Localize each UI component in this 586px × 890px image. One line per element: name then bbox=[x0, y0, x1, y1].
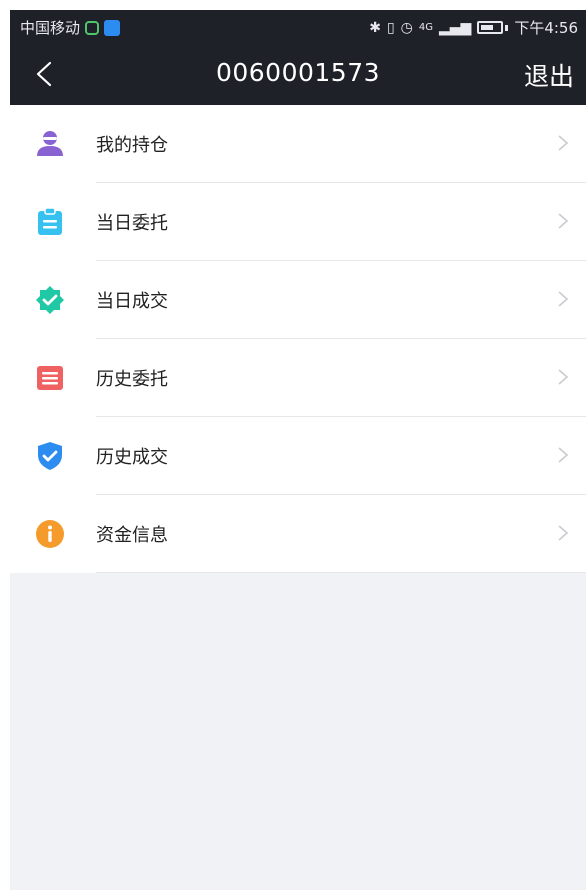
menu-item-today-trades[interactable]: 当日成交 bbox=[10, 261, 586, 339]
info-icon bbox=[36, 520, 64, 548]
chevron-right-icon bbox=[558, 447, 569, 463]
chevron-right-icon bbox=[558, 291, 569, 307]
chevron-right-icon bbox=[558, 525, 569, 541]
account-title: 0060001573 bbox=[215, 58, 381, 87]
battery-icon bbox=[477, 21, 504, 34]
back-arrow-icon[interactable] bbox=[32, 61, 58, 87]
nav-bar: 0060001573 退出 bbox=[10, 43, 586, 105]
chevron-right-icon bbox=[558, 213, 569, 229]
menu-item-funds[interactable]: 资金信息 bbox=[10, 495, 586, 573]
menu-item-label: 当日委托 bbox=[96, 213, 168, 234]
menu-item-history-orders[interactable]: 历史委托 bbox=[10, 339, 586, 417]
menu-item-label: 历史成交 bbox=[96, 447, 168, 468]
chevron-right-icon bbox=[558, 135, 569, 151]
signal-icon: ▂▄▆ bbox=[439, 19, 472, 36]
menu-item-label: 历史委托 bbox=[96, 369, 168, 390]
app-screen: 中国移动 ✱ ▯ ◷ 4G ▂▄▆ 下午4:56 0060001573 退出 我… bbox=[10, 10, 586, 890]
clipboard-icon bbox=[38, 207, 62, 235]
carrier-label: 中国移动 bbox=[20, 19, 81, 37]
menu-item-holdings[interactable]: 我的持仓 bbox=[10, 105, 586, 183]
status-bar: 中国移动 ✱ ▯ ◷ 4G ▂▄▆ 下午4:56 bbox=[10, 10, 586, 43]
chevron-right-icon bbox=[558, 369, 569, 385]
logout-button[interactable]: 退出 bbox=[524, 57, 574, 93]
clock-time: 下午4:56 bbox=[514, 19, 578, 37]
menu-item-label: 我的持仓 bbox=[96, 135, 168, 156]
menu-item-label: 资金信息 bbox=[96, 525, 168, 546]
menu-list: 我的持仓 当日委托 当日成交 历史委托 历史成交 资金信息 bbox=[10, 105, 586, 573]
bluetooth-icon: ✱ bbox=[369, 19, 381, 36]
menu-item-history-trades[interactable]: 历史成交 bbox=[10, 417, 586, 495]
shield-check-icon bbox=[38, 442, 62, 470]
lock-icon bbox=[85, 20, 100, 35]
menu-item-today-orders[interactable]: 当日委托 bbox=[10, 183, 586, 261]
network-label: 4G bbox=[418, 21, 433, 33]
shield-icon bbox=[104, 19, 121, 36]
verified-badge-icon bbox=[36, 286, 64, 314]
alarm-icon: ◷ bbox=[400, 19, 413, 36]
vibrate-icon: ▯ bbox=[386, 19, 395, 36]
user-icon bbox=[37, 131, 63, 156]
list-icon bbox=[37, 366, 63, 390]
menu-item-label: 当日成交 bbox=[96, 291, 168, 312]
